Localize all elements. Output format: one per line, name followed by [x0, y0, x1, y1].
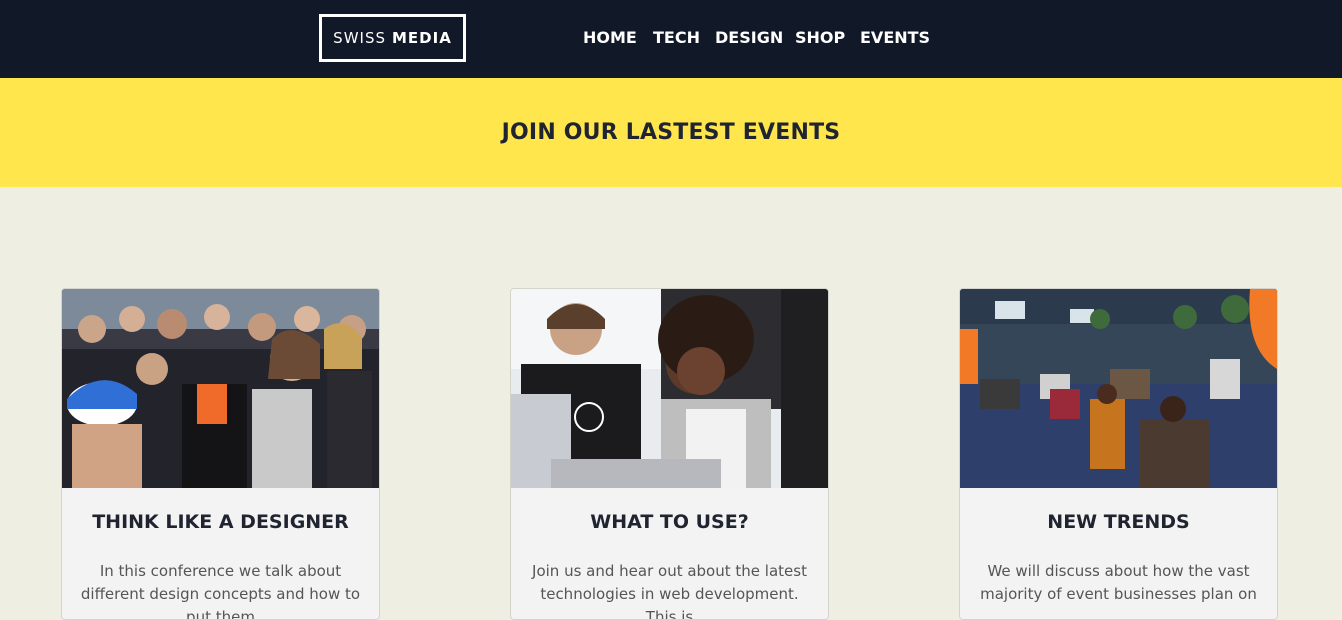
logo-bold-text: MEDIA: [392, 29, 452, 47]
top-navigation-bar: SWISS MEDIA HOME TECH DESIGN SHOP EVENTS: [0, 0, 1342, 78]
event-card[interactable]: THINK LIKE A DESIGNER In this conference…: [61, 288, 380, 620]
card-text: We will discuss about how the vast major…: [980, 562, 1257, 603]
site-logo[interactable]: SWISS MEDIA: [319, 14, 466, 62]
nav-item-shop[interactable]: SHOP: [795, 28, 845, 48]
nav-item-tech[interactable]: TECH: [653, 28, 700, 48]
card-title: WHAT TO USE?: [590, 511, 749, 533]
laptop-team-photo: [511, 289, 828, 488]
banner-title: JOIN OUR LASTEST EVENTS: [501, 120, 841, 145]
logo-light-text: SWISS: [333, 29, 386, 47]
event-card[interactable]: NEW TRENDS We will discuss about how the…: [959, 288, 1278, 620]
event-hall-photo: [960, 289, 1277, 488]
event-card[interactable]: WHAT TO USE? Join us and hear out about …: [510, 288, 829, 620]
events-banner: JOIN OUR LASTEST EVENTS: [0, 78, 1342, 187]
card-text: Join us and hear out about the latest te…: [532, 562, 807, 620]
card-title: THINK LIKE A DESIGNER: [92, 511, 349, 533]
card-text: In this conference we talk about differe…: [80, 562, 361, 620]
nav-item-home[interactable]: HOME: [583, 28, 637, 48]
nav-item-design[interactable]: DESIGN: [715, 28, 783, 48]
card-title: NEW TRENDS: [1047, 511, 1190, 533]
crowd-photo: [62, 289, 379, 488]
nav-item-events[interactable]: EVENTS: [860, 28, 930, 48]
